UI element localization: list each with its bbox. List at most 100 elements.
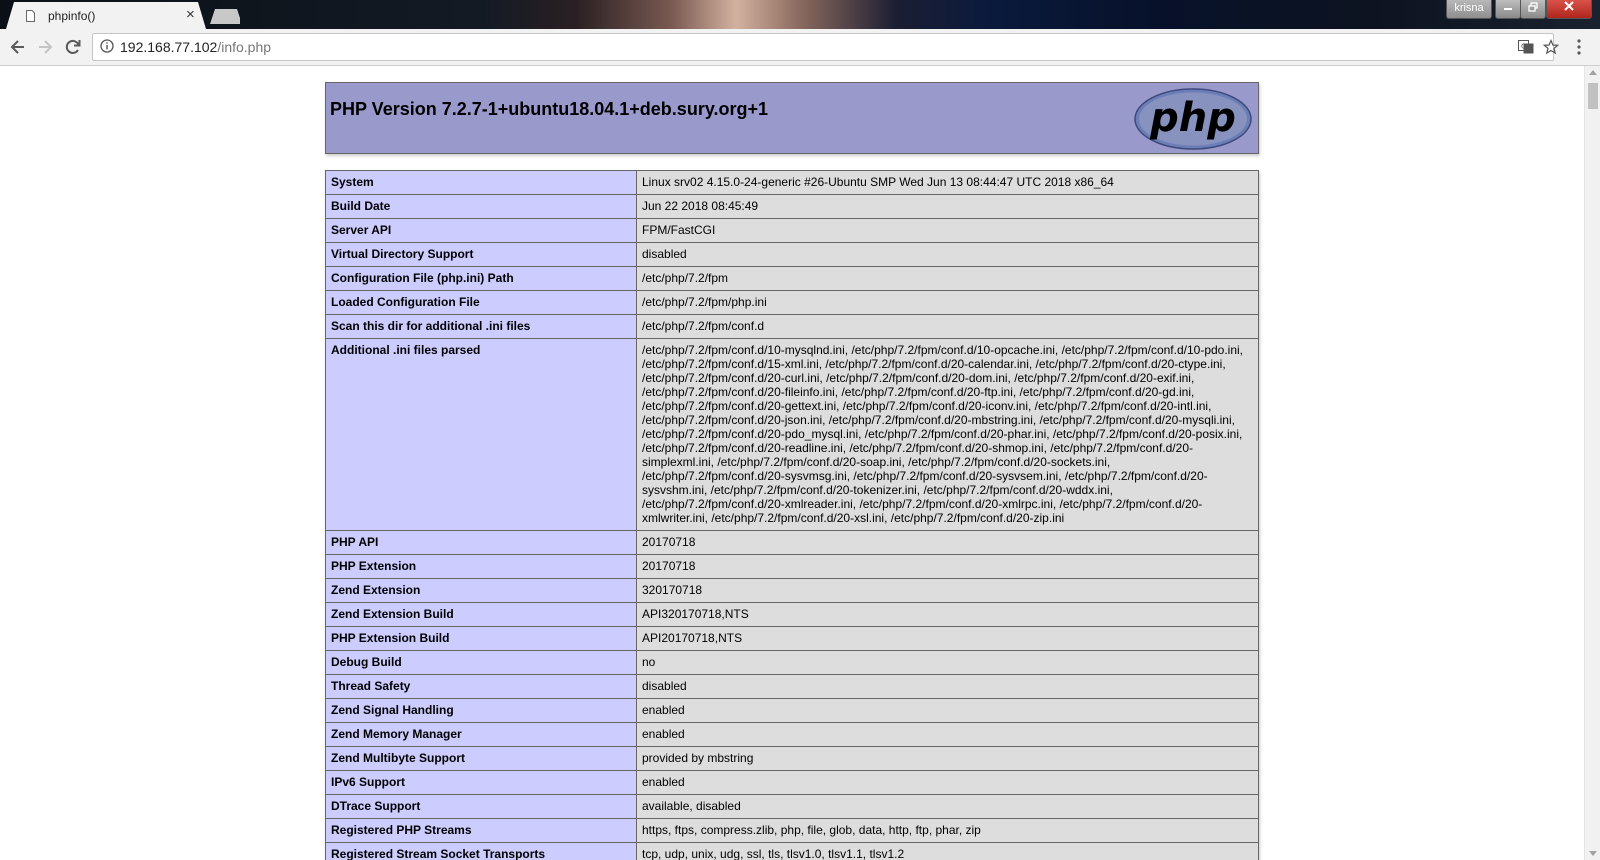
table-row: Scan this dir for additional .ini files /… xyxy=(325,314,1259,339)
setting-value: https, ftps, compress.zlib, php, file, g… xyxy=(636,818,1259,843)
setting-name: Configuration File (php.ini) Path xyxy=(325,266,637,291)
menu-dots-icon[interactable] xyxy=(1576,38,1582,56)
setting-value: Linux srv02 4.15.0-24-generic #26-Ubuntu… xyxy=(636,170,1259,195)
url-path: /info.php xyxy=(217,39,272,55)
setting-value: enabled xyxy=(636,770,1259,795)
page-viewport: PHP Version 7.2.7-1+ubuntu18.04.1+deb.su… xyxy=(0,66,1584,860)
table-row: System Linux srv02 4.15.0-24-generic #26-… xyxy=(325,170,1259,195)
forward-arrow-icon[interactable] xyxy=(35,37,55,57)
setting-name: Debug Build xyxy=(325,650,637,675)
setting-name: Build Date xyxy=(325,194,637,219)
setting-name: Zend Multibyte Support xyxy=(325,746,637,771)
table-row: IPv6 Support enabled xyxy=(325,770,1259,795)
minimize-button[interactable] xyxy=(1495,0,1521,19)
scroll-up-arrow-icon[interactable] xyxy=(1589,69,1597,75)
table-row: Server API FPM/FastCGI xyxy=(325,218,1259,243)
setting-name: Scan this dir for additional .ini files xyxy=(325,314,637,339)
bookmark-star-icon[interactable] xyxy=(1543,39,1559,55)
setting-name: Zend Signal Handling xyxy=(325,698,637,723)
table-row: Zend Memory Manager enabled xyxy=(325,722,1259,747)
setting-name: Server API xyxy=(325,218,637,243)
setting-name: PHP API xyxy=(325,530,637,555)
setting-name: Zend Extension xyxy=(325,578,637,603)
setting-value: /etc/php/7.2/fpm xyxy=(636,266,1259,291)
table-row: Registered Stream Socket Transports tcp, … xyxy=(325,842,1259,860)
tab-phpinfo[interactable]: phpinfo() × xyxy=(6,2,206,29)
setting-value: available, disabled xyxy=(636,794,1259,819)
table-row: Configuration File (php.ini) Path/etc/ph… xyxy=(325,266,1259,291)
setting-value: Jun 22 2018 08:45:49 xyxy=(636,194,1259,219)
close-window-button[interactable] xyxy=(1546,0,1592,19)
restore-icon xyxy=(1528,2,1538,12)
php-logo: php xyxy=(1134,88,1252,150)
table-row: Zend Signal Handling enabled xyxy=(325,698,1259,723)
setting-name: Registered Stream Socket Transports xyxy=(325,842,637,860)
setting-name: Registered PHP Streams xyxy=(325,818,637,843)
table-row: Debug Build no xyxy=(325,650,1259,675)
profile-button[interactable]: krisna xyxy=(1446,0,1492,19)
table-row: PHP Extension 20170718 xyxy=(325,554,1259,579)
setting-name: Additional .ini files parsed xyxy=(325,338,637,531)
restore-button[interactable] xyxy=(1520,0,1546,19)
browser-tab-strip: phpinfo() × krisna xyxy=(0,0,1600,29)
setting-value: /etc/php/7.2/fpm/conf.d/10-mysqlnd.ini, … xyxy=(636,338,1259,531)
setting-name: IPv6 Support xyxy=(325,770,637,795)
setting-name: Zend Extension Build xyxy=(325,602,637,627)
table-row: Zend Extension 320170718 xyxy=(325,578,1259,603)
minimize-icon xyxy=(1504,8,1512,10)
table-row: Thread Safety disabled xyxy=(325,674,1259,699)
back-arrow-icon[interactable] xyxy=(8,37,28,57)
table-row: Zend Extension Build API320170718,NTS xyxy=(325,602,1259,627)
setting-value: FPM/FastCGI xyxy=(636,218,1259,243)
table-row: Virtual Directory Support disabled xyxy=(325,242,1259,267)
table-row: Zend Multibyte Support provided by mbstri… xyxy=(325,746,1259,771)
setting-value: disabled xyxy=(636,674,1259,699)
setting-value: disabled xyxy=(636,242,1259,267)
setting-value: API320170718,NTS xyxy=(636,602,1259,627)
setting-name: PHP Extension Build xyxy=(325,626,637,651)
address-bar[interactable]: 192.168.77.102/info.php G xyxy=(92,33,1559,61)
scroll-down-arrow-icon[interactable] xyxy=(1589,851,1597,857)
setting-value: enabled xyxy=(636,698,1259,723)
table-row: Registered PHP Streams https, ftps, compr… xyxy=(325,818,1259,843)
setting-name: Zend Memory Manager xyxy=(325,722,637,747)
php-version-header: PHP Version 7.2.7-1+ubuntu18.04.1+deb.su… xyxy=(325,82,1259,154)
new-tab-button[interactable] xyxy=(210,9,240,24)
url-host: 192.168.77.102 xyxy=(120,39,218,55)
setting-name: PHP Extension xyxy=(325,554,637,579)
url-text[interactable]: 192.168.77.102/info.php xyxy=(120,39,271,55)
php-info-table: System Linux srv02 4.15.0-24-generic #26-… xyxy=(325,170,1259,860)
page-title: PHP Version 7.2.7-1+ubuntu18.04.1+deb.su… xyxy=(330,99,769,119)
phpinfo-container: PHP Version 7.2.7-1+ubuntu18.04.1+deb.su… xyxy=(325,82,1259,860)
browser-toolbar: 192.168.77.102/info.php G xyxy=(0,29,1600,66)
tab-title: phpinfo() xyxy=(48,9,96,23)
setting-name: Thread Safety xyxy=(325,674,637,699)
close-icon xyxy=(1564,1,1574,11)
php-logo-text: php xyxy=(1149,95,1236,141)
setting-value: 20170718 xyxy=(636,530,1259,555)
setting-value: /etc/php/7.2/fpm/conf.d xyxy=(636,314,1259,339)
setting-value: /etc/php/7.2/fpm/php.ini xyxy=(636,290,1259,315)
setting-value: no xyxy=(636,650,1259,675)
close-tab-icon[interactable]: × xyxy=(186,6,195,24)
table-row: PHP Extension Build API20170718,NTS xyxy=(325,626,1259,651)
table-row: Loaded Configuration File/etc/php/7.2/fp… xyxy=(325,290,1259,315)
setting-value: enabled xyxy=(636,722,1259,747)
translate-icon[interactable]: G xyxy=(1518,40,1534,54)
reload-icon[interactable] xyxy=(63,37,83,57)
setting-value: API20170718,NTS xyxy=(636,626,1259,651)
setting-value: 320170718 xyxy=(636,578,1259,603)
setting-value: 20170718 xyxy=(636,554,1259,579)
setting-value: provided by mbstring xyxy=(636,746,1259,771)
setting-name: DTrace Support xyxy=(325,794,637,819)
setting-name: Virtual Directory Support xyxy=(325,242,637,267)
setting-value: tcp, udp, unix, udg, ssl, tls, tlsv1.0, … xyxy=(636,842,1259,860)
table-row: Additional .ini files parsed/etc/php/7.2… xyxy=(325,338,1259,531)
page-scrollbar[interactable] xyxy=(1584,66,1600,860)
site-info-icon[interactable] xyxy=(100,39,114,53)
svg-text:G: G xyxy=(1521,43,1526,51)
table-row: Build Date Jun 22 2018 08:45:49 xyxy=(325,194,1259,219)
setting-name: Loaded Configuration File xyxy=(325,290,637,315)
table-row: PHP API 20170718 xyxy=(325,530,1259,555)
scrollbar-thumb[interactable] xyxy=(1588,83,1598,109)
